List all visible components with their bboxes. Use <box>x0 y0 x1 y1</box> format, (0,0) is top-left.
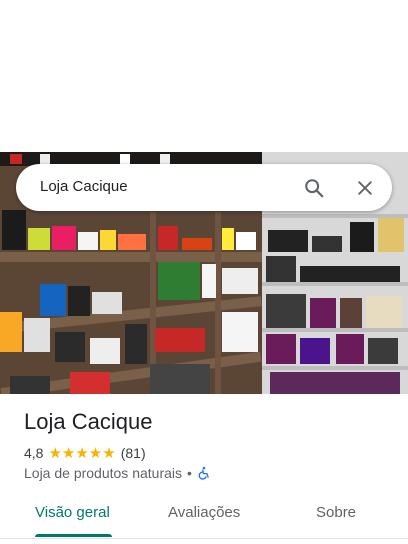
tab-reviews[interactable]: Avaliações <box>168 504 240 521</box>
search-bar[interactable]: Loja Cacique <box>16 164 392 211</box>
place-title: Loja Cacique <box>24 409 153 434</box>
search-input[interactable]: Loja Cacique <box>40 178 128 195</box>
rating-stars: ★★★★★ <box>48 445 116 462</box>
review-count[interactable]: (81) <box>121 445 146 461</box>
search-button[interactable] <box>300 174 328 202</box>
tab-about[interactable]: Sobre <box>316 504 356 521</box>
tab-overview[interactable]: Visão geral <box>35 504 110 521</box>
category-row: Loja de produtos naturais • <box>24 465 211 481</box>
clear-search-button[interactable] <box>351 174 379 202</box>
rating-value: 4,8 <box>24 445 44 461</box>
rating-row[interactable]: 4,8 ★★★★★ (81) <box>24 444 146 462</box>
place-category: Loja de produtos naturais <box>24 465 182 481</box>
place-tabs: Visão geral Avaliações Sobre <box>0 494 408 539</box>
close-icon <box>358 181 372 195</box>
search-icon <box>305 179 324 198</box>
wheelchair-icon <box>198 466 209 480</box>
active-tab-indicator <box>35 534 112 537</box>
separator-dot: • <box>187 465 192 481</box>
